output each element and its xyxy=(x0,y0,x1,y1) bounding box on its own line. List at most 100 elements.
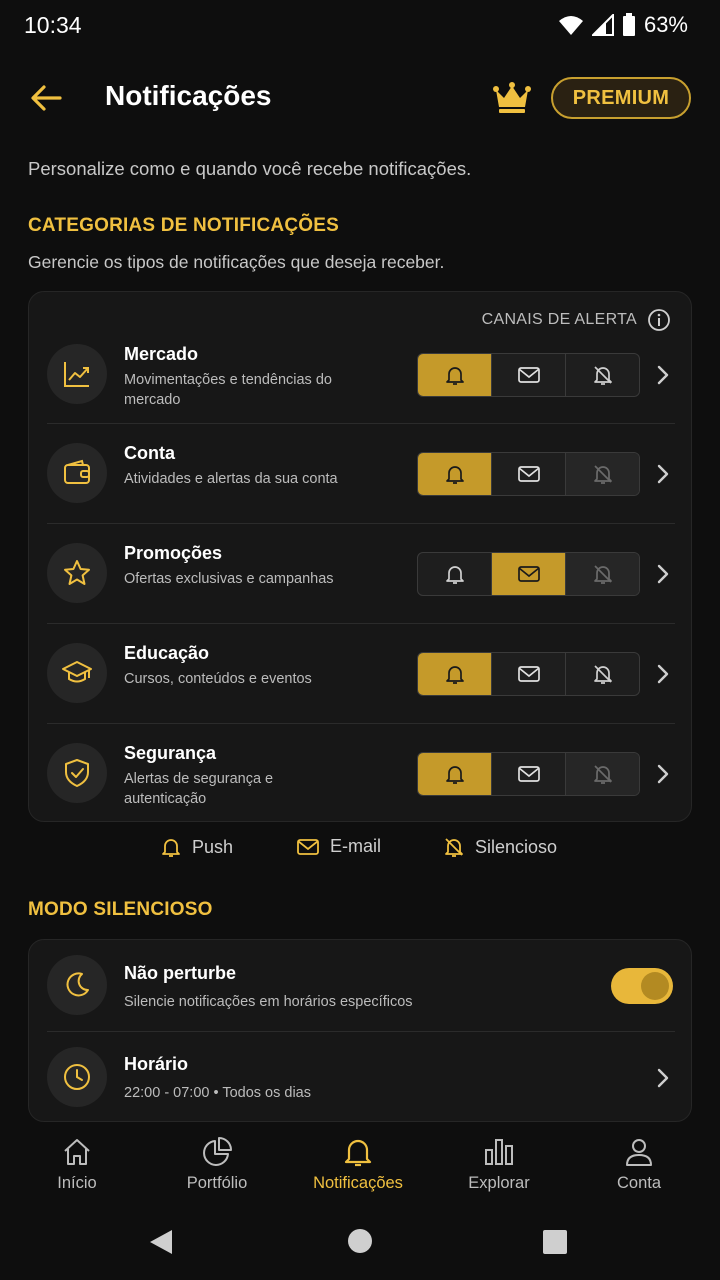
channel-silent-button[interactable] xyxy=(566,453,639,495)
status-time: 10:34 xyxy=(24,12,82,38)
star-icon xyxy=(64,560,90,585)
battery-percent: 63% xyxy=(643,12,688,37)
mail-icon xyxy=(517,466,540,482)
channel-silent-button[interactable] xyxy=(566,753,639,795)
bottom-nav: Início Portfólio Notificações Explorar C… xyxy=(0,1122,720,1210)
channel-push-button[interactable] xyxy=(418,553,492,595)
dnd-title: Não perturbe xyxy=(124,963,237,983)
chevron-right-icon[interactable] xyxy=(651,759,675,789)
bell-icon xyxy=(445,367,464,385)
graduation-cap-icon xyxy=(62,661,92,683)
channel-selector xyxy=(417,452,640,496)
categories-subtitle: Gerencie os tipos de notificações que de… xyxy=(28,252,445,272)
channel-email-button[interactable] xyxy=(492,354,566,396)
chevron-right-icon[interactable] xyxy=(651,559,675,589)
nav-conta[interactable]: Conta xyxy=(579,1136,699,1193)
back-button[interactable] xyxy=(26,78,66,118)
channel-legend: Push E-mail Silencioso xyxy=(0,836,720,864)
home-icon xyxy=(64,1139,90,1165)
category-icon-wrap xyxy=(47,344,107,404)
nav-notificacoes[interactable]: Notificações xyxy=(298,1136,418,1193)
category-row-conta[interactable]: Conta Atividades e alertas da sua conta xyxy=(29,423,693,523)
dnd-toggle[interactable] xyxy=(611,968,673,1004)
channel-selector xyxy=(417,353,640,397)
chevron-right-icon[interactable] xyxy=(651,659,675,689)
bell-icon xyxy=(162,839,180,857)
moon-icon xyxy=(66,972,89,997)
category-desc: Ofertas exclusivas e campanhas xyxy=(124,571,334,587)
mail-icon xyxy=(517,367,540,383)
category-name: Segurança xyxy=(124,743,217,763)
status-icons: 63% xyxy=(558,12,688,38)
categories-card: CANAIS DE ALERTA Mercado Movimentações e… xyxy=(28,291,692,822)
channel-push-button[interactable] xyxy=(418,453,492,495)
bell-icon xyxy=(344,1139,372,1167)
bell-off-icon xyxy=(593,665,612,684)
channel-push-button[interactable] xyxy=(418,753,492,795)
row-divider xyxy=(47,723,675,724)
row-divider xyxy=(47,523,675,524)
clock-icon xyxy=(64,1064,90,1090)
chevron-right-icon[interactable] xyxy=(651,1063,675,1093)
category-desc: Movimentações e tendências do mercado xyxy=(124,372,332,408)
mail-icon xyxy=(517,766,540,782)
bell-icon xyxy=(445,566,464,584)
category-row-educacao[interactable]: Educação Cursos, conteúdos e eventos xyxy=(29,623,693,723)
legend-email: E-mail xyxy=(296,836,381,857)
legend-silent: Silencioso xyxy=(443,836,557,858)
channel-push-button[interactable] xyxy=(418,653,492,695)
legend-silent-label: Silencioso xyxy=(475,836,558,857)
legend-email-label: E-mail xyxy=(330,836,382,856)
chevron-right-icon[interactable] xyxy=(651,459,675,489)
system-nav-bar xyxy=(0,1212,720,1280)
dnd-row[interactable]: Não perturbe Silencie notificações em ho… xyxy=(29,940,693,1031)
schedule-row[interactable]: Horário 22:00 - 07:00 • Todos os dias xyxy=(29,1031,693,1122)
channel-silent-button[interactable] xyxy=(566,653,639,695)
category-desc: Atividades e alertas da sua conta xyxy=(124,471,338,487)
nav-explorar[interactable]: Explorar xyxy=(439,1136,559,1193)
nav-label: Conta xyxy=(616,1174,662,1192)
channel-email-button[interactable] xyxy=(492,653,566,695)
status-bar: 10:34 63% xyxy=(0,0,720,50)
dnd-desc: Silencie notificações em horários especí… xyxy=(124,994,413,1010)
premium-button[interactable]: PREMIUM xyxy=(551,77,691,119)
shield-check-icon xyxy=(65,759,89,787)
bell-off-icon xyxy=(593,366,612,385)
bell-icon xyxy=(445,466,464,484)
row-divider xyxy=(47,423,675,424)
channel-email-button[interactable] xyxy=(492,453,566,495)
page-title: Notificações xyxy=(105,80,272,111)
category-row-mercado[interactable]: Mercado Movimentações e tendências do me… xyxy=(29,324,693,424)
clock-icon-wrap xyxy=(47,1047,107,1107)
channel-silent-button[interactable] xyxy=(566,553,639,595)
row-divider xyxy=(47,1031,675,1032)
category-icon-wrap xyxy=(47,443,107,503)
channel-email-button[interactable] xyxy=(492,553,566,595)
pie-chart-icon xyxy=(203,1137,232,1166)
nav-label: Portfólio xyxy=(186,1174,248,1192)
mail-icon xyxy=(517,566,540,582)
category-name: Mercado xyxy=(124,344,199,364)
category-desc: Cursos, conteúdos e eventos xyxy=(124,671,312,687)
bell-icon xyxy=(445,766,464,784)
category-row-seguranca[interactable]: Segurança Alertas de segurança e autenti… xyxy=(29,723,693,823)
category-row-promocoes[interactable]: Promoções Ofertas exclusivas e campanhas xyxy=(29,523,693,623)
back-triangle-icon[interactable] xyxy=(148,1228,174,1256)
user-icon xyxy=(626,1139,652,1166)
bell-off-icon xyxy=(593,565,612,584)
home-circle-icon[interactable] xyxy=(347,1228,373,1254)
bell-off-icon xyxy=(445,838,463,857)
top-bar: Notificações PREMIUM xyxy=(0,70,720,126)
chevron-right-icon[interactable] xyxy=(651,360,675,390)
recents-square-icon[interactable] xyxy=(542,1229,568,1255)
nav-label: Início xyxy=(57,1174,97,1192)
channel-email-button[interactable] xyxy=(492,753,566,795)
channel-silent-button[interactable] xyxy=(566,354,639,396)
channel-push-button[interactable] xyxy=(418,354,492,396)
intro-text: Personalize como e quando você recebe no… xyxy=(28,158,472,179)
nav-inicio[interactable]: Início xyxy=(17,1136,137,1193)
schedule-value: 22:00 - 07:00 • Todos os dias xyxy=(124,1085,311,1101)
nav-portfolio[interactable]: Portfólio xyxy=(157,1136,277,1193)
legend-push-label: Push xyxy=(192,836,234,857)
toggle-knob xyxy=(641,972,669,1000)
